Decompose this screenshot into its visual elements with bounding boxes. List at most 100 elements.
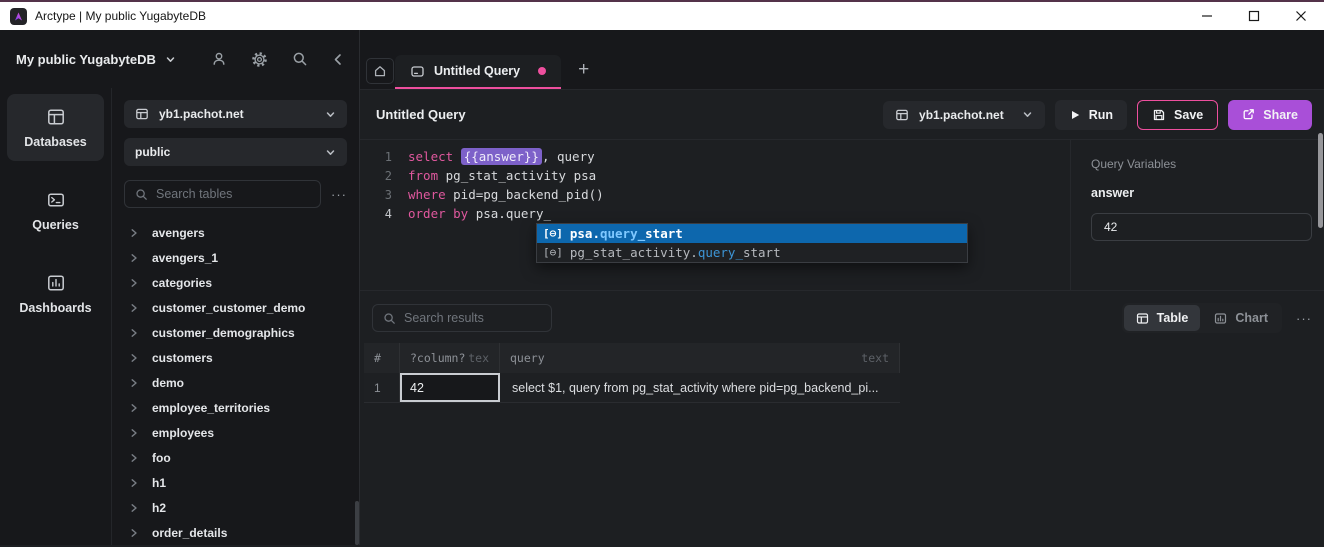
table-item[interactable]: demo: [124, 370, 347, 395]
minimize-button[interactable]: [1183, 2, 1230, 30]
table-item[interactable]: employees: [124, 420, 347, 445]
table-item-label: customer_demographics: [152, 326, 295, 340]
code-line[interactable]: 1select {{answer}}, query: [360, 147, 1070, 166]
save-label: Save: [1174, 108, 1203, 122]
table-item[interactable]: customers: [124, 345, 347, 370]
table-item[interactable]: order_details: [124, 520, 347, 545]
connection-name: yb1.pachot.net: [159, 107, 244, 121]
table-item[interactable]: customer_customer_demo: [124, 295, 347, 320]
table-item-label: foo: [152, 451, 171, 465]
workspace-switcher[interactable]: My public YugabyteDB: [16, 52, 176, 67]
nav-item-databases[interactable]: Databases: [7, 94, 104, 161]
schema-dropdown[interactable]: public: [124, 138, 347, 166]
main-scrollbar-thumb[interactable]: [1318, 133, 1323, 228]
tables-more-button[interactable]: ···: [331, 187, 347, 202]
chevron-right-icon: [129, 428, 139, 438]
share-button[interactable]: Share: [1228, 100, 1312, 130]
connection-dropdown[interactable]: yb1.pachot.net: [124, 100, 347, 128]
chevron-right-icon: [129, 353, 139, 363]
chart-icon: [1214, 312, 1227, 325]
search-results-input[interactable]: [404, 311, 541, 325]
window-title: Arctype | My public YugabyteDB: [35, 9, 206, 23]
variable-value-input[interactable]: [1091, 213, 1312, 241]
settings-gear-icon[interactable]: [251, 51, 268, 68]
query-connection-name: yb1.pachot.net: [919, 108, 1004, 122]
code-line[interactable]: 3where pid=pg_backend_pid(): [360, 185, 1070, 204]
home-tab-button[interactable]: [366, 58, 394, 84]
column-header-index[interactable]: #: [364, 343, 400, 373]
play-icon: [1069, 109, 1081, 121]
primary-nav: Databases Queries Dashboards: [0, 88, 112, 545]
table-view-button[interactable]: Table: [1124, 305, 1201, 331]
collapse-sidebar-icon[interactable]: [332, 53, 343, 66]
chevron-down-icon: [325, 147, 336, 158]
results-table-header: # ?column? tex query text: [364, 343, 900, 373]
run-label: Run: [1089, 108, 1113, 122]
run-button[interactable]: Run: [1055, 100, 1127, 130]
search-icon: [383, 312, 396, 325]
chevron-right-icon: [129, 228, 139, 238]
chevron-right-icon: [129, 303, 139, 313]
table-item-label: employees: [152, 426, 214, 440]
table-item[interactable]: avengers_1: [124, 245, 347, 270]
table-item[interactable]: h1: [124, 470, 347, 495]
table-view-label: Table: [1157, 311, 1189, 325]
code-line[interactable]: 4order by psa.query_: [360, 204, 1070, 223]
maximize-button[interactable]: [1230, 2, 1277, 30]
chevron-right-icon: [129, 503, 139, 513]
table-item[interactable]: categories: [124, 270, 347, 295]
search-icon: [135, 188, 148, 201]
nav-item-dashboards[interactable]: Dashboards: [7, 260, 104, 327]
table-item[interactable]: h2: [124, 495, 347, 520]
selected-cell[interactable]: 42: [400, 373, 500, 402]
close-button[interactable]: [1277, 2, 1324, 30]
autocomplete-popup: [⊖] psa.query_start [⊖] pg_stat_activity…: [536, 223, 968, 263]
account-icon[interactable]: [211, 51, 227, 67]
search-tables-field[interactable]: [124, 180, 321, 208]
search-icon[interactable]: [292, 51, 308, 67]
add-tab-button[interactable]: +: [578, 60, 589, 79]
chevron-right-icon: [129, 528, 139, 538]
result-row: 1 42 select $1, query from pg_stat_activ…: [364, 373, 900, 403]
sidebar: My public YugabyteDB: [0, 30, 360, 545]
search-results-field[interactable]: [372, 304, 552, 332]
sql-editor[interactable]: 1select {{answer}}, query2from pg_stat_a…: [360, 140, 1070, 290]
column-header-query[interactable]: query text: [500, 343, 900, 373]
table-icon: [135, 107, 149, 121]
table-item[interactable]: foo: [124, 445, 347, 470]
nav-item-queries[interactable]: Queries: [7, 177, 104, 244]
table-item-label: h2: [152, 501, 166, 515]
query-connection-dropdown[interactable]: yb1.pachot.net: [883, 101, 1045, 129]
table-item-label: avengers_1: [152, 251, 218, 265]
chevron-down-icon: [1022, 109, 1033, 120]
field-icon: [⊖]: [543, 227, 563, 240]
chart-view-button[interactable]: Chart: [1202, 305, 1280, 331]
share-label: Share: [1263, 108, 1298, 122]
table-item-label: customer_customer_demo: [152, 301, 305, 315]
query-variables-panel: Query Variables answer: [1070, 140, 1324, 290]
line-number: 3: [360, 188, 392, 202]
results-more-button[interactable]: ···: [1296, 311, 1312, 326]
tab-untitled-query[interactable]: Untitled Query: [395, 55, 561, 89]
sidebar-scrollbar[interactable]: [355, 501, 359, 545]
chevron-right-icon: [129, 253, 139, 263]
autocomplete-item[interactable]: [⊖] pg_stat_activity.query_start: [537, 243, 967, 262]
query-cell[interactable]: select $1, query from pg_stat_activity w…: [500, 373, 900, 402]
code-text: from pg_stat_activity psa: [392, 168, 596, 183]
table-item[interactable]: customer_demographics: [124, 320, 347, 345]
table-item[interactable]: employee_territories: [124, 395, 347, 420]
query-header: Untitled Query yb1.pachot.net Run: [360, 90, 1324, 140]
code-text: order by psa.query_: [392, 206, 551, 221]
autocomplete-text: psa.query_start: [570, 226, 683, 241]
arctype-logo-icon: [10, 8, 27, 25]
table-icon: [895, 108, 909, 122]
table-item[interactable]: avengers: [124, 220, 347, 245]
search-tables-input[interactable]: [156, 187, 310, 201]
column-header-column[interactable]: ?column? tex: [400, 343, 500, 373]
chevron-right-icon: [129, 278, 139, 288]
nav-item-label: Queries: [32, 218, 79, 232]
code-line[interactable]: 2from pg_stat_activity psa: [360, 166, 1070, 185]
save-button[interactable]: Save: [1137, 100, 1218, 130]
chevron-right-icon: [129, 478, 139, 488]
autocomplete-item[interactable]: [⊖] psa.query_start: [537, 224, 967, 243]
